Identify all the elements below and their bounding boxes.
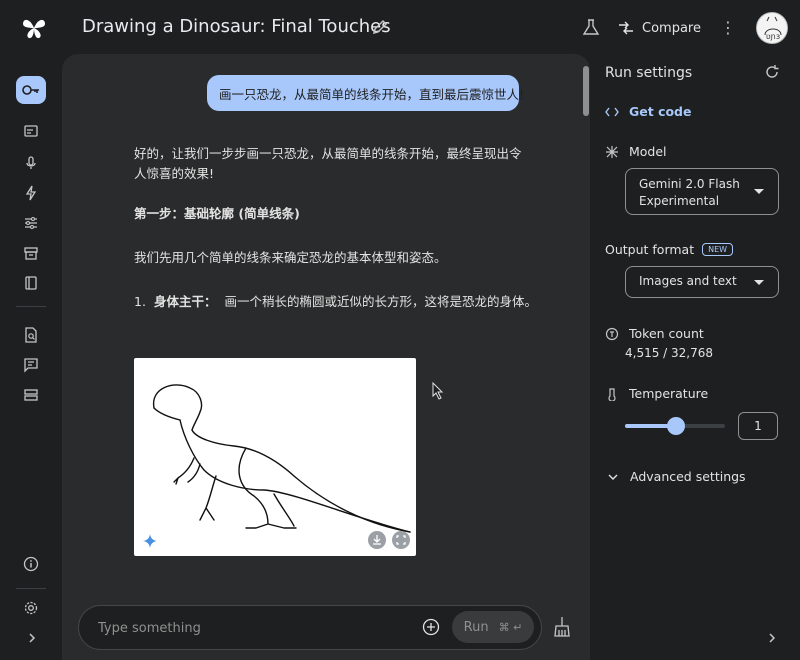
output-format-select[interactable]: Images and text <box>625 266 779 298</box>
get-code-label: Get code <box>629 104 692 119</box>
model-label: Model <box>605 144 667 159</box>
run-label: Run <box>463 619 489 635</box>
avatar[interactable]: ʋɲɜ <box>756 12 788 44</box>
get-code-link[interactable]: Get code <box>605 104 692 119</box>
temperature-input[interactable]: 1 <box>738 412 778 440</box>
tune-icon[interactable] <box>20 212 42 234</box>
user-message: 画一只恐龙，从最简单的线条开始，直到最后震惊世人! <box>207 75 524 111</box>
refresh-icon[interactable] <box>765 65 779 79</box>
output-format-value: Images and text <box>639 274 737 288</box>
token-icon <box>605 327 619 340</box>
chat-prompt-icon[interactable] <box>20 121 42 143</box>
list-item-text: 画一个稍长的椭圆或近似的长方形，这将是恐龙的身体。 <box>224 294 537 309</box>
temperature-slider-thumb[interactable] <box>667 417 685 435</box>
temperature-label: Temperature <box>605 386 708 401</box>
download-icon[interactable] <box>368 531 386 549</box>
dropdown-caret-icon <box>754 189 764 194</box>
mic-icon[interactable] <box>20 152 42 174</box>
archive-icon[interactable] <box>20 242 42 264</box>
svg-text:ʋɲɜ: ʋɲɜ <box>766 32 780 41</box>
model-label-text: Model <box>629 144 667 159</box>
gemini-sparkle-icon <box>143 534 157 548</box>
token-count-label-text: Token count <box>629 326 704 341</box>
key-icon <box>22 85 39 95</box>
temperature-label-text: Temperature <box>629 386 709 401</box>
thermometer-icon <box>608 387 616 401</box>
page-title: Drawing a Dinosaur: Final Touches <box>82 16 391 37</box>
list-item-number: 1. <box>134 294 146 309</box>
advanced-settings-toggle[interactable]: Advanced settings <box>608 469 746 484</box>
token-count-label: Token count <box>605 326 704 341</box>
mouse-cursor-icon <box>432 381 444 400</box>
bolt-icon[interactable] <box>20 182 42 204</box>
response-list-item: 1. 身体主干： 画一个稍长的椭圆或近似的长方形，这将是恐龙的身体。 <box>134 292 554 312</box>
generated-dinosaur-image[interactable] <box>134 358 416 556</box>
advanced-settings-label: Advanced settings <box>630 469 746 484</box>
compare-arrows-icon <box>619 21 633 35</box>
feedback-icon[interactable] <box>20 354 42 376</box>
run-settings-title: Run settings <box>605 65 693 81</box>
model-value-line2: Experimental <box>639 194 720 208</box>
run-button[interactable]: Run ⌘ ↵ <box>452 611 534 643</box>
response-paragraph: 我们先用几个简单的线条来确定恐龙的基本体型和姿态。 <box>134 250 447 265</box>
response-step-heading: 第一步：基础轮廓 (简单线条) <box>134 206 300 221</box>
new-badge: NEW <box>702 243 734 256</box>
rail-divider <box>16 306 46 307</box>
model-icon <box>606 145 618 158</box>
fullscreen-icon[interactable] <box>392 531 410 549</box>
prompt-input[interactable] <box>98 619 398 637</box>
run-shortcut: ⌘ ↵ <box>498 620 523 634</box>
info-icon[interactable] <box>20 553 42 575</box>
rail-api-key-button[interactable] <box>16 76 46 104</box>
code-icon <box>605 107 619 116</box>
clear-broom-icon[interactable] <box>552 616 572 638</box>
output-format-label: Output format NEW <box>605 242 734 257</box>
chat-scrollbar[interactable] <box>583 66 589 116</box>
settings-icon[interactable] <box>20 597 42 619</box>
rail-divider <box>16 588 46 589</box>
dropdown-caret-icon <box>754 280 764 285</box>
chevron-right-icon[interactable] <box>766 632 778 644</box>
storage-icon[interactable] <box>20 384 42 406</box>
output-format-label-text: Output format <box>605 242 695 257</box>
compare-label: Compare <box>642 20 701 36</box>
compare-button[interactable]: Compare <box>618 14 701 42</box>
app-logo-icon[interactable] <box>20 14 48 42</box>
book-icon[interactable] <box>20 272 42 294</box>
chevron-right-icon[interactable] <box>26 632 38 644</box>
token-count-value: 4,515 / 32,768 <box>625 346 714 360</box>
more-vert-icon[interactable]: ⋮ <box>720 18 736 38</box>
feedback-flask-icon[interactable] <box>582 18 600 36</box>
response-intro: 好的，让我们一步步画一只恐龙，从最简单的线条开始，最终呈现出令人惊喜的效果! <box>134 146 522 181</box>
list-item-bold: 身体主干： <box>153 294 217 309</box>
add-circle-icon[interactable] <box>422 618 440 636</box>
edit-pencil-icon[interactable] <box>372 19 388 35</box>
model-value-line1: Gemini 2.0 Flash <box>639 177 740 191</box>
chevron-down-icon <box>608 474 618 480</box>
doc-search-icon[interactable] <box>20 324 42 346</box>
model-select[interactable]: Gemini 2.0 Flash Experimental <box>625 168 779 215</box>
